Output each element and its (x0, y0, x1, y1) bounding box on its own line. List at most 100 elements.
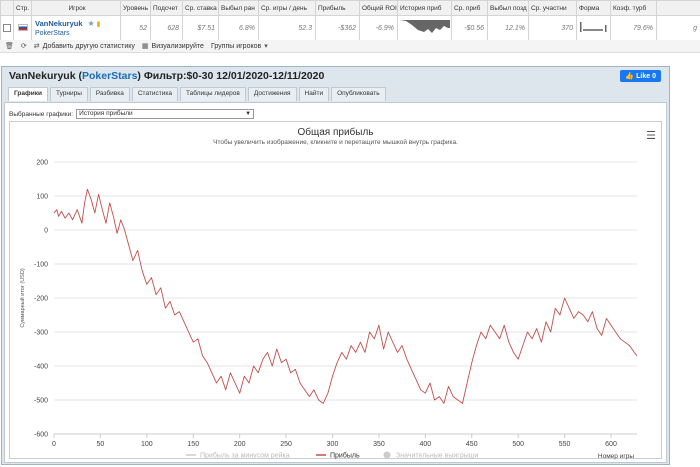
col-header-games-per-day[interactable]: Ср. игры / день (258, 0, 316, 16)
refresh-button[interactable]: ⟳ (21, 42, 27, 50)
y-tick-label: 200 (36, 160, 48, 167)
col-header-extra[interactable] (656, 0, 700, 16)
charts-pane: Выбранные графики: История прибыли ▼ 200 1… (4, 102, 667, 463)
extra-value: g (656, 15, 700, 41)
x-tick-label: 600 (605, 441, 617, 448)
chevron-down-icon: ▾ (264, 43, 268, 50)
add-stats-label: Добавить другую статистику (42, 42, 135, 50)
chart-menu-icon[interactable]: ☰ (646, 129, 656, 142)
chart-title: Общая прибыль (297, 127, 374, 138)
player-window: VanNekuryuk (PokerStars) Фильтр:$0-30 12… (1, 66, 670, 465)
col-header-late-out[interactable]: Выбыл позд (487, 0, 529, 16)
window-title: VanNekuryuk (PokerStars) Фильтр:$0-30 12… (9, 70, 325, 82)
profit-value: -$362 (315, 15, 360, 41)
tab-charts[interactable]: Графики (8, 87, 48, 101)
stats-table: Стр. Игрок Уровень Подсчет Ср. ставка Вы… (0, 0, 700, 41)
x-tick-label: 50 (97, 441, 105, 448)
facebook-like-button[interactable]: 👍 Like 0 (620, 70, 661, 82)
legend-item-net-profit: Прибыль за минусом рейка (200, 452, 290, 460)
title-network-link[interactable]: PokerStars (82, 70, 137, 82)
col-header-turbo[interactable]: Коэф. турб (610, 0, 657, 16)
y-tick-label: -300 (34, 330, 48, 337)
delete-button[interactable]: 🗑 (5, 42, 14, 50)
games-per-day-value: 52.3 (258, 15, 316, 41)
table-row[interactable]: VanNekuryuk ★ ▮ PokerStars 52 628 $7.51 … (0, 15, 700, 41)
col-header-level[interactable]: Уровень (120, 0, 151, 16)
col-header-early-out[interactable]: Выбыл ран (218, 0, 259, 16)
like-label: Like 0 (636, 72, 656, 80)
col-header-country[interactable]: Стр. (13, 0, 32, 16)
y-tick-label: -200 (34, 296, 48, 303)
col-header-form[interactable]: Форма (576, 0, 611, 16)
player-groups-dropdown[interactable]: Группы игроков ▾ (210, 42, 268, 51)
profit-chart[interactable]: 200 100 0 -100 -200 -300 -400 -500 -600 0 50 100 150… (9, 121, 662, 460)
legend-item-big-wins-marker (383, 451, 391, 459)
tab-achievements[interactable]: Достижения (247, 87, 297, 101)
avg-entrants-value: 370 (528, 15, 577, 41)
chevron-down-icon: ▼ (245, 111, 252, 117)
table-toolbar: 🗑 ⟳ ⇄ Добавить другую статистику ▦ Визуали… (0, 40, 700, 53)
form-sparkline[interactable] (576, 15, 611, 41)
col-header-avg-entrants[interactable]: Ср. участни (528, 0, 577, 16)
title-player: VanNekuryuk (9, 70, 76, 82)
chart-selector-dropdown[interactable]: История прибыли ▼ (76, 109, 255, 119)
tab-publish[interactable]: Опубликовать (331, 87, 386, 101)
visualize-button[interactable]: ▦ Визуализируйте (142, 42, 204, 51)
col-header-count[interactable]: Подсчет (150, 0, 183, 16)
player-groups-label: Группы игроков (210, 42, 262, 50)
roi-value: -6.9% (359, 15, 398, 41)
russia-flag-icon (17, 24, 28, 32)
y-tick-label: -600 (34, 432, 48, 439)
chart-selector-row: Выбранные графики: История прибыли ▼ (9, 109, 255, 119)
tab-leaderboards[interactable]: Таблицы лидеров (180, 87, 246, 101)
x-tick-label: 450 (466, 441, 478, 448)
col-header-roi[interactable]: Общий ROI (359, 0, 398, 16)
y-tick-label: 100 (36, 194, 48, 201)
tab-tournaments[interactable]: Турниры (49, 87, 88, 101)
x-tick-label: 500 (512, 441, 524, 448)
chart-selector-label: Выбранные графики: (9, 110, 74, 118)
refresh-icon: ⟳ (20, 43, 27, 50)
x-tick-label: 200 (234, 441, 246, 448)
title-filter: Фильтр:$0-30 12/01/2020-12/11/2020 (140, 70, 325, 82)
legend-item-profit: Прибыль (330, 452, 360, 460)
y-axis-label: Суммарный итог (USD) (19, 268, 26, 327)
avg-profit-value: -$0.56 (451, 15, 488, 41)
turbo-value: 79.6% (610, 15, 657, 41)
sparkline-graph (400, 20, 450, 33)
window-tabs: Графики Турниры Разбивка Статистика Табл… (2, 87, 669, 101)
y-tick-label: -100 (34, 262, 48, 269)
row-checkbox[interactable] (3, 24, 11, 32)
x-tick-label: 100 (141, 441, 153, 448)
player-name-link[interactable]: VanNekuryuk (35, 19, 83, 28)
x-tick-label: 300 (327, 441, 339, 448)
col-header-avg-profit[interactable]: Ср. приб (451, 0, 488, 16)
late-out-value: 12.1% (487, 15, 529, 41)
visualize-label: Визуализируйте (151, 42, 204, 50)
tab-find[interactable]: Найти (298, 87, 330, 101)
star-icon[interactable]: ★ (87, 19, 94, 28)
window-titlebar: VanNekuryuk (PokerStars) Фильтр:$0-30 12… (2, 67, 669, 85)
x-axis-label: Номер игры (598, 453, 634, 460)
tab-breakdown[interactable]: Разбивка (89, 87, 130, 101)
chart-subtitle: Чтобы увеличить изображение, кликните и … (213, 139, 458, 146)
stats-header-row: Стр. Игрок Уровень Подсчет Ср. ставка Вы… (0, 0, 700, 16)
profit-history-sparkline[interactable] (397, 15, 452, 41)
col-header-avg-stake[interactable]: Ср. ставка (182, 0, 219, 16)
form-graph (580, 22, 607, 32)
col-header-player[interactable]: Игрок (31, 0, 121, 16)
x-tick-label: 350 (373, 441, 385, 448)
x-tick-label: 550 (559, 441, 571, 448)
y-tick-label: -500 (34, 398, 48, 405)
tab-statistics[interactable]: Статистика (131, 87, 178, 101)
arrows-icon: ⇄ (33, 43, 40, 50)
level-value: 52 (120, 15, 151, 41)
col-header-select (0, 0, 14, 16)
col-header-profit[interactable]: Прибыль (315, 0, 360, 16)
legend-item-big-wins: Значительные выигрыши (396, 453, 478, 460)
add-stats-button[interactable]: ⇄ Добавить другую статистику (33, 42, 135, 51)
col-header-profit-history[interactable]: История приб (397, 0, 452, 16)
trophy-icon: ▮ (96, 21, 101, 28)
network-name: PokerStars (35, 30, 70, 37)
x-tick-label: 400 (419, 441, 431, 448)
